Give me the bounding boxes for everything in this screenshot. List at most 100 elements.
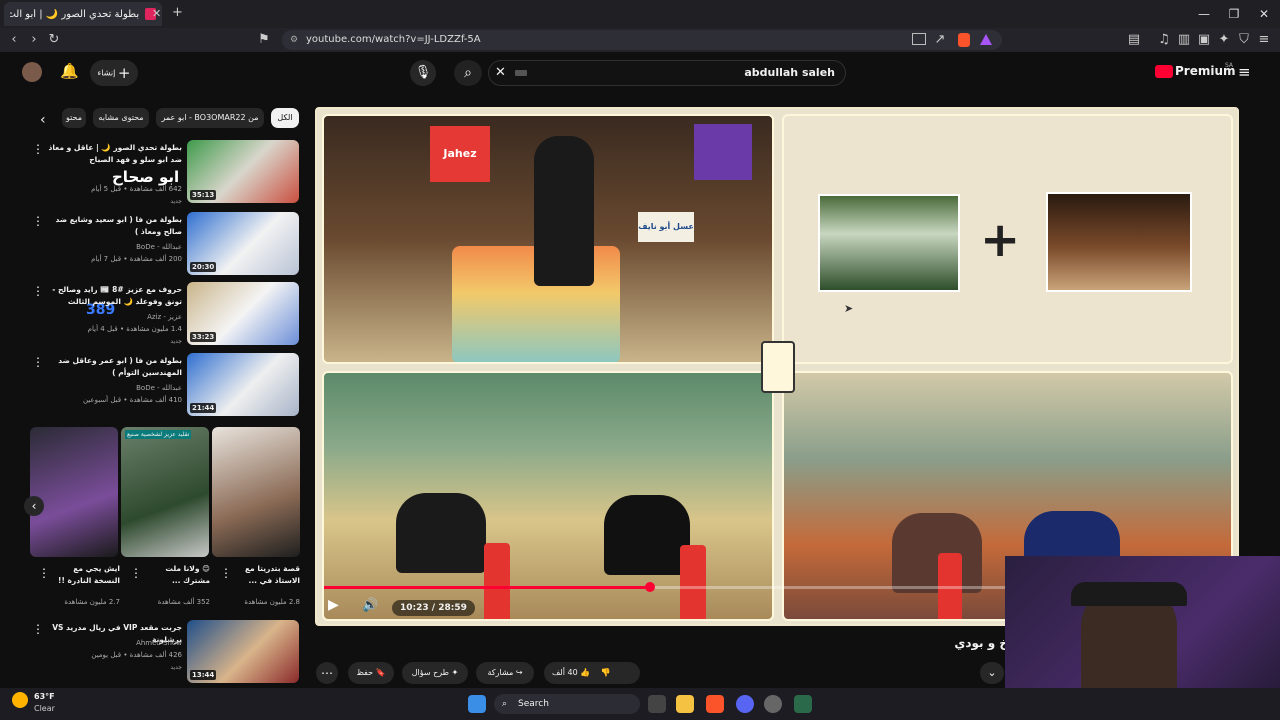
short-title[interactable]: ايش يجي مع النسخة النادرة !!	[54, 563, 120, 587]
video-thumbnail[interactable]: 20:30	[187, 212, 299, 275]
team-left-scene	[322, 371, 774, 621]
short-title[interactable]: قصة بتدريتا مع الاستاذ في ...	[236, 563, 300, 587]
search-input[interactable]: ✕ abdullah saleh	[488, 60, 846, 86]
video-thumbnail[interactable]: 33:23	[187, 282, 299, 345]
new-tab-button[interactable]: +	[172, 5, 183, 20]
taskbar-search[interactable]: ⌕ Search	[494, 694, 640, 714]
expand-chevron-icon[interactable]: ⌄	[980, 662, 1004, 684]
short-thumbnail[interactable]: تقليد عزيز لشخصية صنيع	[121, 427, 209, 557]
bookmark-icon[interactable]: ⚑	[256, 31, 272, 49]
chips-prev-icon[interactable]: ‹	[40, 112, 46, 128]
video-title[interactable]: حروف مع عزيز #8 📰 رايد وصالح - تونق وفوع…	[46, 284, 182, 308]
save-button[interactable]: 🔖 حفظ	[348, 662, 394, 684]
vpn-icon[interactable]: ⛉	[1236, 31, 1252, 49]
video-title[interactable]: بطولة من فا ( ابو عمر وعاقل ضد المهندسين…	[46, 355, 182, 379]
dislike-icon[interactable]: 👎	[601, 668, 611, 677]
keyboard-icon[interactable]	[515, 70, 527, 76]
wallet-icon[interactable]: ▣	[1196, 31, 1212, 49]
weather-icon[interactable]	[12, 692, 28, 708]
clear-search-icon[interactable]: ✕	[495, 61, 506, 85]
back-icon[interactable]: ‹	[6, 31, 22, 49]
voice-search-icon[interactable]: 🎙	[410, 60, 436, 86]
chip-from-channel[interactable]: من BO3OMAR22 - ابو عمر	[156, 108, 264, 128]
brave-browser-icon[interactable]	[706, 695, 724, 713]
brave-shield-icon[interactable]	[958, 33, 970, 47]
channel-name[interactable]: Ahmed Show	[50, 638, 182, 649]
channel-name[interactable]: عزيز - Aziz	[50, 312, 182, 323]
cast-icon[interactable]	[912, 33, 926, 45]
maximize-button[interactable]: ❐	[1226, 6, 1242, 22]
browser-tab[interactable]: بطولة تحدي الصور 🌙 | أبو الث...	[4, 2, 162, 26]
brave-rewards-icon[interactable]	[980, 34, 992, 45]
list-item[interactable]: 21:44 بطولة من فا ( ابو عمر وعاقل ضد الم…	[0, 353, 300, 419]
chess-image	[1046, 192, 1192, 292]
duration-badge: 33:23	[190, 332, 217, 342]
excel-icon[interactable]	[794, 695, 812, 713]
close-tab-icon[interactable]: ✕	[152, 7, 161, 20]
create-button[interactable]: + إنشاء	[90, 60, 138, 86]
video-title[interactable]: بطولة تحدي الصور 🌙 | عاقل و معاذ ضد ابو …	[46, 142, 182, 166]
reader-icon[interactable]: ▤	[1126, 31, 1142, 49]
chip-related[interactable]: محتوى مشابه	[93, 108, 149, 128]
more-options-icon[interactable]: ⋮	[38, 566, 50, 580]
menu-icon[interactable]: ≡	[1256, 31, 1272, 49]
more-options-icon[interactable]: ⋮	[220, 566, 232, 580]
sidebar-icon[interactable]: ▥	[1176, 31, 1192, 49]
task-view-icon[interactable]	[648, 695, 666, 713]
file-explorer-icon[interactable]	[676, 695, 694, 713]
start-windows-icon[interactable]	[468, 695, 486, 713]
like-count[interactable]: 40 ألف	[552, 668, 578, 677]
studio-scene: Jahez عسل أبو نايف	[322, 114, 774, 364]
like-icon[interactable]: 👍	[580, 668, 590, 677]
new-badge: جديد	[170, 664, 182, 671]
more-options-icon[interactable]: ⋮	[32, 214, 44, 228]
video-thumbnail[interactable]: 13:44	[187, 620, 299, 683]
list-item[interactable]: 13:44 جربت مقعد VIP في ريال مدريد VS برش…	[0, 620, 300, 686]
more-actions-icon[interactable]: ⋯	[316, 662, 338, 684]
more-options-icon[interactable]: ⋮	[32, 284, 44, 298]
more-options-icon[interactable]: ⋮	[32, 142, 44, 156]
more-options-icon[interactable]: ⋮	[32, 622, 44, 636]
list-item[interactable]: 33:23 حروف مع عزيز #8 📰 رايد وصالح - تون…	[0, 282, 300, 348]
video-thumbnail[interactable]: 35:13	[187, 140, 299, 203]
reload-icon[interactable]: ↻	[46, 31, 62, 49]
avatar[interactable]	[22, 62, 42, 82]
video-meta: 1.4 مليون مشاهدة • قبل 4 أيام	[87, 325, 182, 333]
app-icon[interactable]	[764, 695, 782, 713]
more-options-icon[interactable]: ⋮	[130, 566, 142, 580]
play-icon[interactable]: ▶	[328, 597, 339, 613]
channel-name[interactable]: عبدالله - BoDe	[50, 242, 182, 253]
site-info-icon[interactable]: ⚙	[290, 30, 298, 50]
notifications-bell-icon[interactable]: 🔔	[60, 62, 79, 80]
leo-icon[interactable]: ✦	[1216, 31, 1232, 49]
chip-all[interactable]: الكل	[271, 108, 299, 128]
short-thumbnail[interactable]	[30, 427, 118, 557]
discord-icon[interactable]	[736, 695, 754, 713]
more-options-icon[interactable]: ⋮	[32, 355, 44, 369]
music-icon[interactable]: ♫	[1156, 31, 1172, 49]
player-figure	[604, 495, 690, 575]
short-views: 2.7 مليون مشاهدة	[64, 598, 120, 606]
new-badge: جديد	[170, 198, 182, 205]
minimize-button[interactable]: —	[1196, 6, 1212, 22]
video-player[interactable]: Jahez عسل أبو نايف + ➤	[315, 107, 1239, 626]
search-button-icon[interactable]: ⌕	[454, 60, 482, 86]
list-item[interactable]: 35:13 بطولة تحدي الصور 🌙 | عاقل و معاذ ض…	[0, 140, 300, 318]
chip-partial[interactable]: محتو	[62, 108, 86, 128]
share-page-icon[interactable]: ↗	[932, 31, 948, 49]
video-title[interactable]: بطولة من فا ( ابو سعيد وشايع ضد صالح ومع…	[46, 214, 182, 238]
guide-menu-icon[interactable]: ≡	[1238, 63, 1251, 81]
channel-name[interactable]: عبدالله - BoDe	[50, 383, 182, 394]
video-thumbnail[interactable]: 21:44	[187, 353, 299, 416]
volume-icon[interactable]: 🔊	[362, 598, 378, 613]
short-thumbnail[interactable]	[212, 427, 300, 557]
close-window-button[interactable]: ✕	[1256, 6, 1272, 22]
short-title[interactable]: 😊 ولانا ملت مشترك ...	[146, 563, 210, 587]
list-item[interactable]: 20:30 بطولة من فا ( ابو سعيد وشايع ضد صا…	[0, 212, 300, 278]
youtube-logo-icon[interactable]	[1155, 65, 1173, 78]
ask-button[interactable]: ✦ طرح سؤال	[402, 662, 468, 684]
forward-icon[interactable]: ›	[26, 31, 42, 49]
share-button[interactable]: ↪ مشاركة	[476, 662, 534, 684]
address-bar[interactable]: ⚙ youtube.com/watch?v=JJ-LDZZf-5A	[282, 30, 1002, 50]
shorts-prev-icon[interactable]: ‹	[24, 496, 44, 516]
